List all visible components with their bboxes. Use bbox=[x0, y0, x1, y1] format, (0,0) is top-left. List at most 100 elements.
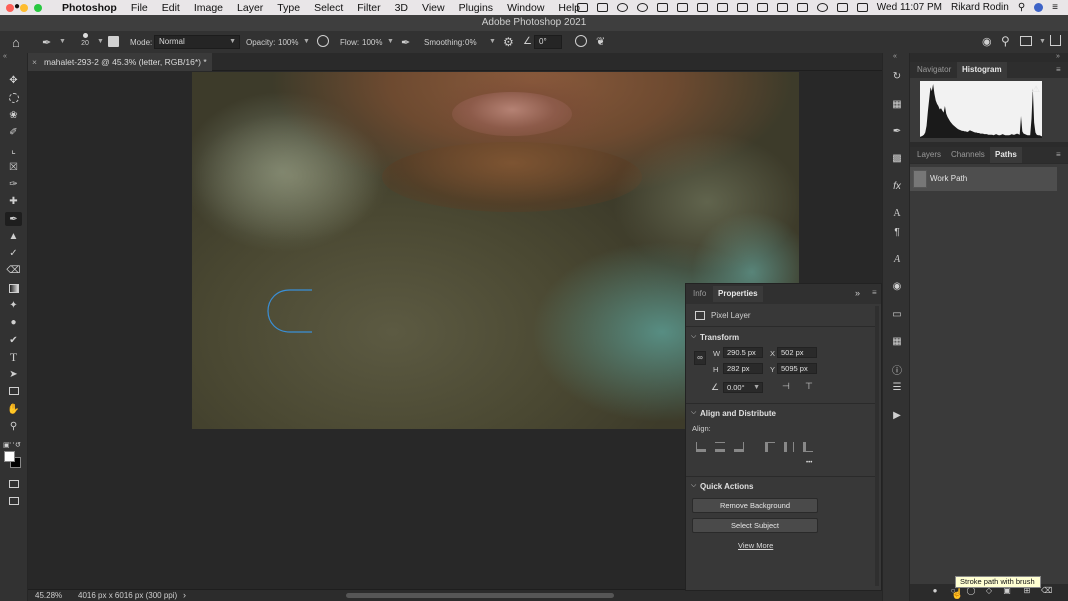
menu-plugins[interactable]: Plugins bbox=[459, 2, 493, 14]
smoothing-chevron-icon[interactable]: ▼ bbox=[489, 38, 496, 45]
work-path-outline[interactable] bbox=[266, 288, 326, 336]
smoothing-value[interactable]: 0% bbox=[465, 38, 477, 47]
flow-chevron-icon[interactable]: ▼ bbox=[387, 38, 394, 45]
flow-value[interactable]: 100% bbox=[362, 38, 382, 47]
menu-image[interactable]: Image bbox=[194, 2, 223, 14]
hand-tool-icon[interactable]: ✋ bbox=[5, 402, 22, 416]
x-field[interactable]: 502 px bbox=[777, 347, 817, 358]
align-vertical-centers-icon[interactable] bbox=[784, 442, 794, 452]
align-top-edges-icon[interactable] bbox=[765, 442, 775, 452]
flip-vertical-icon[interactable]: ⊤ bbox=[805, 381, 813, 392]
history-panel-icon[interactable]: ↻ bbox=[890, 69, 904, 83]
delete-path-icon[interactable]: ⌫ bbox=[1041, 586, 1052, 596]
tab-histogram[interactable]: Histogram bbox=[957, 62, 1007, 78]
volume-icon[interactable] bbox=[756, 3, 768, 12]
zoom-level[interactable]: 45.28% bbox=[35, 591, 62, 600]
remove-background-button[interactable]: Remove Background bbox=[692, 498, 818, 513]
symmetry-butterfly-icon[interactable]: ❦ bbox=[596, 35, 605, 48]
brush-settings-icon[interactable] bbox=[108, 36, 119, 47]
dropbox-icon[interactable] bbox=[596, 3, 608, 12]
workspace-icon[interactable] bbox=[1020, 36, 1032, 46]
menubar-clock[interactable]: Wed 11:07 PM bbox=[877, 2, 942, 13]
workspace-chevron-icon[interactable]: ▼ bbox=[1039, 38, 1046, 45]
view-more-link[interactable]: View More bbox=[738, 541, 773, 550]
opacity-value[interactable]: 100% bbox=[278, 38, 298, 47]
clone-stamp-tool-icon[interactable]: ▲ bbox=[5, 229, 22, 243]
airplay-icon[interactable] bbox=[836, 3, 848, 12]
menu-select[interactable]: Select bbox=[314, 2, 343, 14]
y-field[interactable]: 5095 px bbox=[777, 363, 817, 374]
quick-actions-chevron-icon[interactable]: ⌵ bbox=[691, 482, 696, 490]
fill-path-icon[interactable]: ● bbox=[930, 586, 940, 596]
properties-expand-icon[interactable]: » bbox=[855, 288, 860, 298]
menu-filter[interactable]: Filter bbox=[357, 2, 380, 14]
list-icon[interactable] bbox=[736, 3, 748, 12]
screen-record-icon[interactable] bbox=[576, 3, 588, 12]
home-icon[interactable]: ⌂ bbox=[12, 35, 20, 50]
toolbar-collapse-icon[interactable]: « bbox=[3, 53, 7, 60]
quick-actions-section-title[interactable]: Quick Actions bbox=[700, 482, 754, 491]
link-proportions-icon[interactable]: ∞ bbox=[694, 351, 706, 365]
histogram-warning-icon[interactable]: ⚠ bbox=[1032, 84, 1040, 95]
swap-colors-icon[interactable]: ↺ bbox=[15, 441, 21, 449]
brushes-panel-icon[interactable]: ✒ bbox=[890, 124, 904, 138]
eyedropper-tool-icon[interactable]: ✑ bbox=[5, 177, 22, 191]
patterns-panel-icon[interactable]: ▦ bbox=[890, 334, 904, 348]
battery-icon[interactable] bbox=[796, 3, 808, 12]
wifi-icon[interactable] bbox=[856, 3, 868, 12]
mode-select[interactable]: Normal ▼ bbox=[154, 35, 240, 49]
shield-icon[interactable] bbox=[716, 3, 728, 12]
iconcol-collapse-icon[interactable]: « bbox=[893, 53, 897, 60]
menu-view[interactable]: View bbox=[422, 2, 445, 14]
pressure-opacity-icon[interactable] bbox=[317, 35, 329, 47]
share-icon[interactable] bbox=[1050, 35, 1061, 46]
adjustments-panel-icon[interactable]: ☰ bbox=[890, 380, 904, 394]
menu-edit[interactable]: Edit bbox=[162, 2, 180, 14]
glyphs-panel-icon[interactable]: A bbox=[890, 252, 904, 266]
gradients-panel-icon[interactable]: ▭ bbox=[890, 307, 904, 321]
swatches-panel-icon[interactable]: ▦ bbox=[890, 97, 904, 111]
dock-collapse-icon[interactable]: » bbox=[1056, 53, 1060, 60]
foreground-color-swatch[interactable] bbox=[4, 451, 15, 462]
control-center-icon[interactable] bbox=[1034, 3, 1044, 12]
search-icon[interactable]: ⚲ bbox=[1001, 34, 1010, 48]
tab-layers[interactable]: Layers bbox=[912, 147, 946, 163]
menubar-user[interactable]: Rikard Rodin bbox=[951, 2, 1009, 13]
align-right-edges-icon[interactable] bbox=[734, 442, 744, 452]
menu-app-name[interactable]: Photoshop bbox=[62, 2, 117, 14]
pen-tool-icon[interactable]: ✔ bbox=[5, 333, 22, 347]
type-icon[interactable] bbox=[656, 3, 668, 12]
rectangle-tool-icon[interactable] bbox=[5, 384, 22, 398]
tab-channels[interactable]: Channels bbox=[946, 147, 990, 163]
crop-tool-icon[interactable]: ⌞ bbox=[5, 143, 22, 157]
brush-tool-icon[interactable]: ✒ bbox=[5, 212, 22, 226]
histogram-panel-menu-icon[interactable]: ≡ bbox=[1056, 65, 1061, 74]
menu-window[interactable]: Window bbox=[507, 2, 544, 14]
properties-scrollbar[interactable] bbox=[875, 306, 879, 586]
apple-icon[interactable]: ● bbox=[14, 1, 20, 12]
menu-layer[interactable]: Layer bbox=[237, 2, 263, 14]
zoom-window-button[interactable] bbox=[34, 4, 42, 12]
menu-type[interactable]: Type bbox=[277, 2, 300, 14]
align-left-edges-icon[interactable] bbox=[696, 442, 706, 452]
gradient-tool-icon[interactable] bbox=[5, 281, 22, 295]
creative-cloud-icon[interactable] bbox=[616, 3, 628, 12]
screen-mode-icon[interactable] bbox=[5, 494, 22, 508]
tab-navigator[interactable]: Navigator bbox=[912, 62, 956, 78]
type-tool-icon[interactable]: T bbox=[5, 350, 22, 364]
paragraph-panel-icon[interactable]: ¶ bbox=[890, 225, 904, 239]
frame-tool-icon[interactable]: ☒ bbox=[5, 160, 22, 174]
align-chevron-icon[interactable]: ⌵ bbox=[691, 409, 696, 417]
close-window-button[interactable] bbox=[6, 4, 14, 12]
horizontal-scrollbar[interactable] bbox=[346, 593, 614, 598]
document-tab-close-icon[interactable]: × bbox=[32, 53, 37, 71]
default-colors-icon[interactable]: ▣ bbox=[3, 441, 10, 449]
eraser-tool-icon[interactable]: ⌫ bbox=[5, 263, 22, 277]
3d-panel-icon[interactable]: ◉ bbox=[890, 279, 904, 293]
brush-angle-input[interactable]: 0° bbox=[534, 35, 562, 49]
character-panel-icon[interactable]: A bbox=[890, 206, 904, 220]
actions-panel-icon[interactable]: ▶ bbox=[890, 408, 904, 422]
transform-chevron-icon[interactable]: ⌵ bbox=[691, 333, 696, 341]
healing-brush-tool-icon[interactable]: ✚ bbox=[5, 194, 22, 208]
move-tool-icon[interactable]: ✥ bbox=[5, 73, 22, 87]
